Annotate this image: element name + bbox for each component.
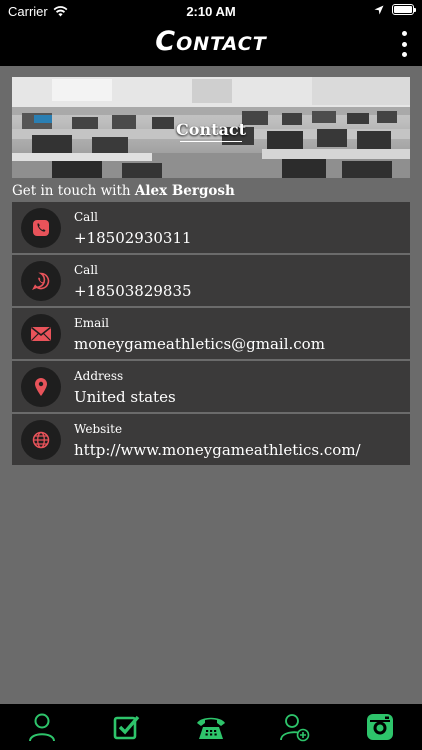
tab-instagram[interactable] — [360, 711, 400, 743]
contact-value[interactable]: moneygameathletics@gmail.com — [74, 335, 325, 353]
contact-label: Call — [74, 263, 99, 277]
contact-label: Call — [74, 210, 99, 224]
contact-list: Call +18502930311 Call +18503829835 Emai… — [12, 202, 410, 467]
contact-row-call-1[interactable]: Call +18502930311 — [12, 202, 410, 253]
contact-row-website[interactable]: Website http://www.moneygameathletics.co… — [12, 414, 410, 465]
contact-row-address[interactable]: Address United states — [12, 361, 410, 412]
status-right — [374, 4, 416, 15]
intro-prefix: Get in touch with — [12, 183, 131, 199]
checkbox-icon — [113, 715, 139, 740]
banner-title: Contact — [12, 120, 410, 142]
contact-row-email[interactable]: Email moneygameathletics@gmail.com — [12, 308, 410, 359]
person-icon — [29, 713, 56, 742]
globe-icon — [21, 420, 61, 460]
contact-label: Address — [74, 369, 124, 383]
mail-icon — [21, 314, 61, 354]
banner-image: Contact — [12, 77, 410, 178]
contact-value[interactable]: http://www.moneygameathletics.com/ — [74, 441, 361, 459]
location-arrow-icon — [374, 5, 384, 14]
status-time: 2:10 AM — [186, 4, 236, 19]
tab-add-contact[interactable] — [275, 711, 315, 743]
add-person-icon — [280, 714, 310, 742]
location-pin-icon — [21, 367, 61, 407]
status-bar: Carrier 2:10 AM — [0, 0, 422, 22]
more-options-icon[interactable] — [400, 31, 408, 57]
contact-row-call-2[interactable]: Call +18503829835 — [12, 255, 410, 306]
telephone-icon — [196, 717, 225, 739]
contact-label: Website — [74, 422, 123, 436]
contact-value[interactable]: +18503829835 — [74, 282, 192, 300]
contact-value[interactable]: United states — [74, 388, 176, 406]
nav-bar: Contact — [0, 22, 422, 66]
whatsapp-icon — [21, 261, 61, 301]
tab-profile[interactable] — [22, 711, 62, 743]
camera-icon — [366, 714, 393, 740]
bottom-tab-bar — [0, 704, 422, 750]
battery-icon — [392, 4, 416, 15]
contact-person-name: Alex Bergosh — [134, 183, 235, 199]
tab-tasks[interactable] — [107, 711, 147, 743]
tab-contact[interactable] — [191, 711, 231, 743]
phone-icon — [21, 208, 61, 248]
contact-value[interactable]: +18502930311 — [74, 229, 192, 247]
page-title: Contact — [155, 26, 267, 57]
contact-label: Email — [74, 316, 109, 330]
intro-text: Get in touch with Alex Bergosh — [12, 183, 235, 199]
